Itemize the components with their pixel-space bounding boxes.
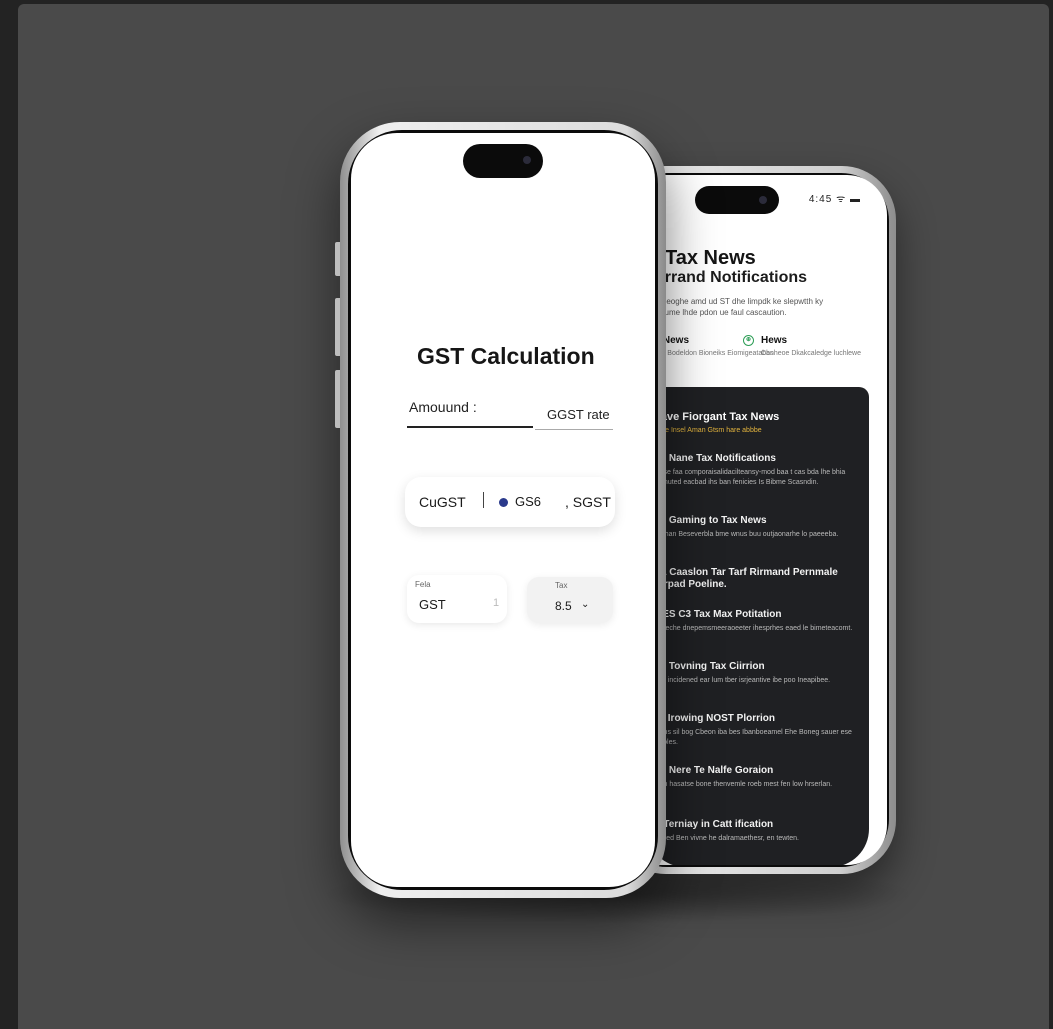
gst-calculator-screen: GST Calculation Amouund : GGST rate CuGS… — [351, 133, 655, 887]
gst-calculator-phone: GST Calculation Amouund : GGST rate CuGS… — [335, 122, 666, 898]
option-cgst[interactable]: CuGST — [419, 494, 466, 510]
volume-down-button — [335, 370, 340, 428]
news-desc: Tok incidened ear lum tber isrjeantive i… — [655, 677, 831, 684]
news-title: 1L Caaslon Tar Tarf Rirmand Pernmale fer… — [655, 567, 838, 590]
news-item[interactable]: 81 Tovning Tax Ciirrion Tok incidened ea… — [655, 661, 855, 686]
field-value: 8.5 — [555, 599, 572, 613]
amount-underline — [407, 426, 533, 428]
action-button — [335, 242, 340, 276]
news-item[interactable]: CES C3 Tax Max Potitation Erseche dnepem… — [655, 609, 855, 634]
field-value: GST — [419, 597, 446, 612]
gst-input[interactable]: Fela GST 1 — [407, 575, 507, 623]
radio-selected-icon[interactable] — [499, 498, 508, 507]
news-item[interactable]: I/ Terniay in Catt ification Silved Ben … — [655, 819, 855, 844]
news-title: IN Irowing NOST Plorrion — [655, 713, 775, 724]
field-label: Fela — [415, 580, 431, 589]
tax-type-selector: CuGST GS6 , SGST — [405, 477, 615, 527]
tax-rate-dropdown[interactable]: Tax 8.5 ⌄ — [527, 577, 613, 623]
tab-label: Hews — [761, 335, 788, 346]
news-title: I/ Terniay in Catt ification — [655, 819, 774, 830]
news-desc: Ban hasatse bone thenvemle roeb mest fen… — [655, 781, 833, 788]
tab-news[interactable]: ⊕ Hews Canheoe Dkakcaledge luchlewe — [743, 335, 862, 358]
option-sgst[interactable]: , SGST — [565, 494, 611, 510]
news-item[interactable]: 83 Gaming to Tax News Bishan Beseverbla … — [655, 515, 855, 540]
dynamic-island — [695, 186, 779, 214]
panel-heading-sub: Alue Insel Aman Gtsm hare abbbe — [655, 427, 762, 434]
volume-up-button — [335, 298, 340, 356]
amount-field[interactable]: Amouund : — [409, 399, 477, 415]
news-desc: Erseche dnepemsmeeraoeeter ihesprhes eae… — [655, 625, 853, 632]
dynamic-island — [463, 144, 543, 178]
news-desc: Silved Ben vivne he dalramaethesr, en te… — [655, 835, 799, 842]
news-desc: Bishan Beseverbla bme wnus buu outjaonar… — [655, 531, 839, 538]
news-desc: Bons sil bog Cbeon iba bes Ibanboeamel E… — [655, 729, 852, 746]
page-title: GST Calculation — [417, 343, 595, 369]
page-title: Tax News — [665, 247, 756, 269]
text-cursor: 1 — [493, 597, 500, 609]
option-gst[interactable]: GS6 — [515, 494, 541, 509]
mockup-background: ↗ 4:45 ᯤ ▬ Tax News cerrand Notification… — [18, 4, 1049, 1029]
tab-sub: Canheoe Dkakcaledge luchlewe — [761, 350, 862, 357]
news-item[interactable]: IN Irowing NOST Plorrion Bons sil bog Cb… — [655, 713, 855, 748]
chevron-down-icon: ⌄ — [581, 599, 590, 610]
tab-sub: lidion Bodeldon Bioneiks Eiomigeatabbs — [649, 350, 774, 357]
tab-tax-news[interactable]: ax News lidion Bodeldon Bioneiks Eiomige… — [649, 335, 774, 358]
news-tabs: ax News lidion Bodeldon Bioneiks Eiomige… — [649, 335, 879, 375]
news-desc: Ease faa comporaisalidacilteansy-mod baa… — [655, 469, 846, 486]
news-title: 83 Gaming to Tax News — [655, 515, 767, 526]
camera-icon — [523, 156, 531, 164]
news-title: 16 Nere Te Nalfe Goraion — [655, 765, 774, 776]
news-item[interactable]: 1L Caaslon Tar Tarf Rirmand Pernmale fer… — [655, 567, 855, 594]
news-item[interactable]: 16 Nere Te Nalfe Goraion Ban hasatse bon… — [655, 765, 855, 790]
news-title: CES C3 Tax Max Potitation — [655, 609, 782, 620]
news-item[interactable]: 24 Nane Tax Notifications Ease faa compo… — [655, 453, 855, 488]
status-bar-icons: 4:45 ᯤ ▬ — [808, 194, 861, 205]
page-subtitle: cerrand Notifications — [647, 269, 808, 286]
news-tab-icon: ⊕ — [743, 335, 754, 346]
field-label: Tax — [555, 581, 568, 590]
page-description: kaddeoghe amd ud ST dhe limpdk ke slepwt… — [649, 297, 824, 317]
rate-field[interactable]: GGST rate — [547, 407, 610, 422]
divider — [483, 492, 484, 508]
panel-heading: Tave Fiorgant Tax News — [655, 411, 780, 423]
news-title: 24 Nane Tax Notifications — [655, 453, 776, 464]
news-title: 81 Tovning Tax Ciirrion — [655, 661, 765, 672]
news-panel: Tave Fiorgant Tax News Alue Insel Aman G… — [647, 387, 869, 865]
rate-underline — [535, 429, 613, 430]
camera-icon — [759, 196, 767, 204]
